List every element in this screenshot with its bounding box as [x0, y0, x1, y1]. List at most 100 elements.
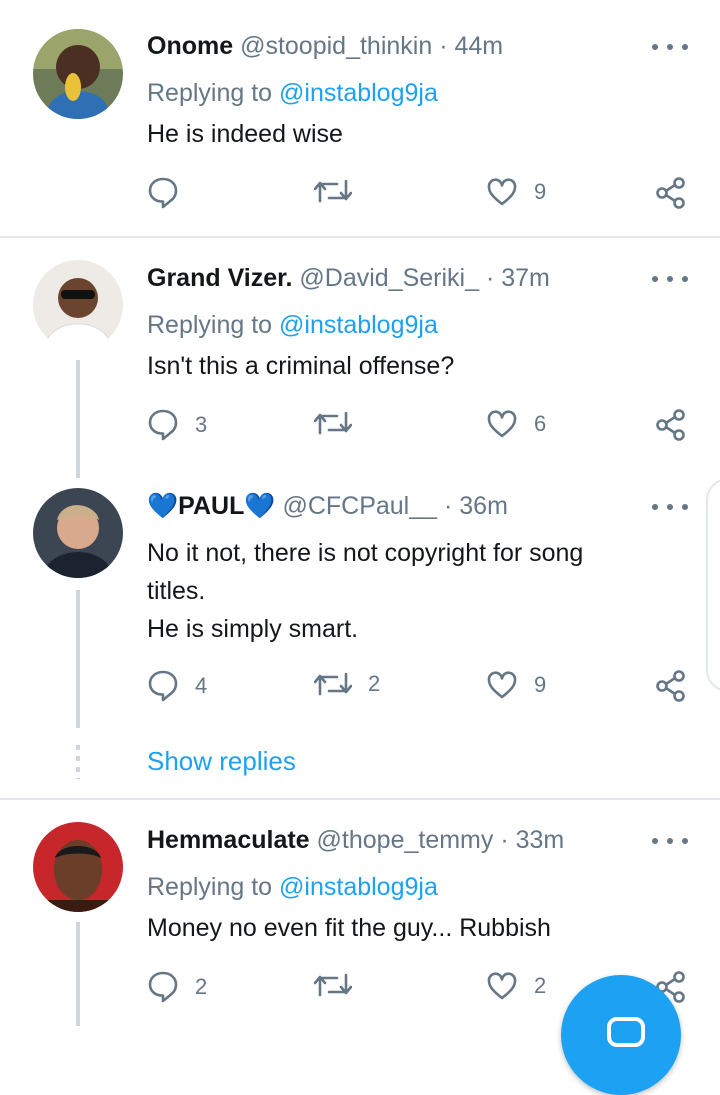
more-icon[interactable] [652, 269, 688, 289]
retweet-icon [314, 179, 352, 203]
reply-count: 4 [195, 673, 208, 698]
retweet-count: 2 [368, 671, 381, 696]
timestamp[interactable]: 36m [459, 492, 508, 520]
share-icon [656, 670, 685, 702]
timestamp[interactable]: 37m [501, 264, 550, 292]
more-icon[interactable] [652, 831, 688, 851]
avatar[interactable] [33, 260, 123, 350]
tweet-onome[interactable]: Onome @stoopid_thinkin · 44m Replying to… [0, 0, 720, 236]
avatar[interactable] [33, 29, 123, 119]
tweet-text-line: No it not, there is not copyright for so… [147, 539, 584, 567]
tweet-header: Onome @stoopid_thinkin · 44m [147, 30, 503, 62]
retweet-icon [314, 973, 352, 997]
retweet-icon [314, 411, 352, 435]
like-count: 9 [534, 179, 547, 204]
replying-to: Replying to @instablog9ja [147, 77, 438, 109]
display-name[interactable]: Onome [147, 32, 233, 60]
tweet-text: Money no even fit the guy... Rubbish [147, 909, 687, 947]
retweet-button[interactable] [314, 176, 352, 206]
like-icon [487, 972, 517, 1000]
separator: · [500, 826, 509, 854]
tweet-text: He is indeed wise [147, 115, 687, 153]
reply-icon [148, 971, 178, 1003]
replying-to-label: Replying to [147, 873, 273, 901]
like-icon [487, 671, 517, 699]
tweet-text: Isn't this a criminal offense? [147, 347, 687, 385]
compose-button[interactable] [561, 975, 681, 1095]
reply-button[interactable]: 2 [147, 970, 207, 1004]
display-name[interactable]: PAUL [178, 492, 244, 520]
reply-icon [148, 409, 178, 441]
tweet-text-line: Isn't this a criminal offense? [147, 352, 455, 380]
avatar[interactable] [33, 822, 123, 912]
tweet-grand-vizer[interactable]: Grand Vizer. @David_Seriki_ · 37m Replyi… [0, 238, 720, 474]
tweet-header: Grand Vizer. @David_Seriki_ · 37m [147, 262, 550, 294]
compose-icon [607, 1017, 645, 1047]
reply-icon [148, 177, 178, 209]
share-icon [656, 409, 685, 441]
tweet-text-line: He is indeed wise [147, 120, 343, 148]
timestamp[interactable]: 33m [516, 826, 565, 854]
show-replies-link[interactable]: Show replies [147, 746, 296, 777]
replying-to-handle[interactable]: @instablog9ja [279, 79, 438, 107]
tweet-header: 💙PAUL💙 @CFCPaul__ · 36m [147, 490, 508, 522]
replying-to: Replying to @instablog9ja [147, 871, 438, 903]
retweet-icon [314, 672, 352, 696]
thread-line [76, 360, 80, 478]
share-button[interactable] [655, 408, 687, 442]
separator: · [444, 492, 453, 520]
user-handle[interactable]: @stoopid_thinkin [240, 32, 432, 60]
display-name[interactable]: Hemmaculate [147, 826, 310, 854]
replying-to-handle[interactable]: @instablog9ja [279, 873, 438, 901]
reply-button[interactable]: 3 [147, 408, 207, 442]
like-count: 9 [534, 672, 547, 697]
tweet-actions: 9 [0, 176, 720, 216]
reply-button[interactable] [147, 176, 179, 210]
more-icon[interactable] [652, 497, 688, 517]
replying-to-handle[interactable]: @instablog9ja [279, 311, 438, 339]
like-button[interactable]: 2 [486, 970, 546, 1002]
tweet-text-line: Money no even fit the guy... Rubbish [147, 914, 551, 942]
share-button[interactable] [655, 669, 687, 703]
reply-icon [148, 670, 178, 702]
heart-emoji: 💙 [244, 492, 276, 520]
timestamp[interactable]: 44m [454, 32, 503, 60]
share-icon [656, 177, 685, 209]
like-button[interactable]: 6 [486, 408, 546, 440]
user-handle[interactable]: @CFCPaul__ [282, 492, 437, 520]
like-button[interactable]: 9 [486, 669, 546, 701]
avatar[interactable] [33, 488, 123, 578]
more-icon[interactable] [652, 37, 688, 57]
tweet-header: Hemmaculate @thope_temmy · 33m [147, 824, 564, 856]
reply-count: 2 [195, 974, 208, 999]
reply-button[interactable]: 4 [147, 669, 207, 703]
heart-emoji: 💙 [147, 492, 179, 520]
like-button[interactable]: 9 [486, 176, 546, 208]
tweet-actions: 3 6 [0, 408, 720, 448]
user-handle[interactable]: @thope_temmy [317, 826, 494, 854]
like-icon [487, 178, 517, 206]
thread-line [76, 590, 80, 728]
tweet-paul[interactable]: 💙PAUL💙 @CFCPaul__ · 36m No it not, there… [0, 474, 720, 730]
replying-to: Replying to @instablog9ja [147, 309, 438, 341]
retweet-button[interactable] [314, 408, 352, 438]
user-handle[interactable]: @David_Seriki_ [299, 264, 479, 292]
like-count: 2 [534, 973, 547, 998]
replying-to-label: Replying to [147, 311, 273, 339]
tweet-text-line: He is simply smart. [147, 615, 359, 643]
like-count: 6 [534, 411, 547, 436]
thread-dots [76, 745, 80, 779]
display-name[interactable]: Grand Vizer. [147, 264, 292, 292]
retweet-button[interactable] [314, 970, 352, 1000]
separator: · [485, 264, 495, 292]
tweet-text-line: titles. [147, 577, 206, 605]
replying-to-label: Replying to [147, 79, 273, 107]
reply-count: 3 [195, 412, 208, 437]
scroll-indicator[interactable] [706, 478, 720, 692]
retweet-button[interactable]: 2 [314, 669, 380, 699]
tweet-text: No it not, there is not copyright for so… [147, 534, 687, 648]
share-button[interactable] [655, 176, 687, 210]
separator: · [439, 32, 448, 60]
tweet-actions: 4 2 9 [0, 669, 720, 709]
thread-line [76, 922, 80, 1026]
